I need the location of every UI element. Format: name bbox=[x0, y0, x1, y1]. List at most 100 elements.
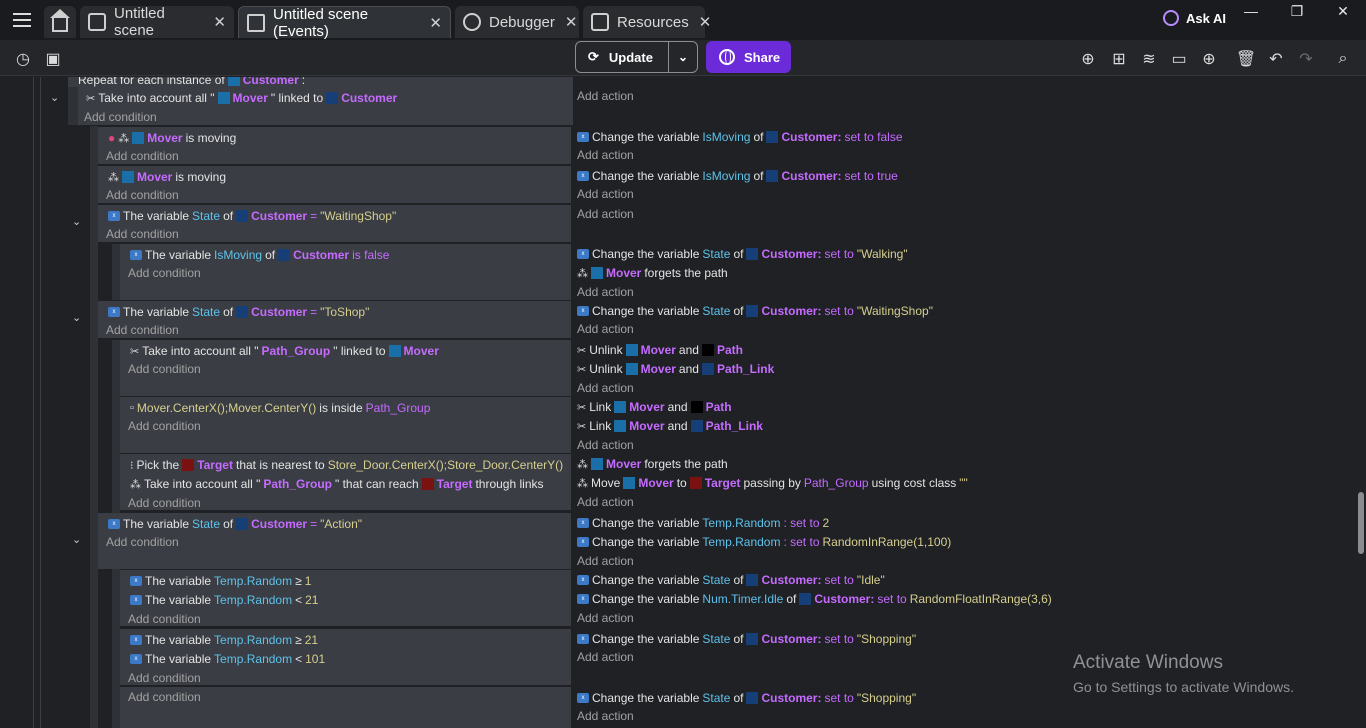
condition-random-gte-1[interactable]: x The variable Temp.Random ≥ 1 bbox=[130, 574, 311, 588]
add-condition-button[interactable]: Add condition bbox=[106, 227, 179, 241]
update-button[interactable]: ⟳ Update ⌄ bbox=[575, 41, 698, 73]
restore-button[interactable]: ❐ bbox=[1274, 0, 1320, 22]
chevron-down-icon[interactable]: ⌄ bbox=[72, 215, 81, 228]
action-forget-path-2[interactable]: ⁂ Mover forgets the path bbox=[577, 457, 728, 471]
action-unlink-path-link[interactable]: ✂ Unlink Mover and Path_Link bbox=[577, 362, 774, 376]
add-condition-button[interactable]: Add condition bbox=[128, 419, 201, 433]
condition-pick-nearest[interactable]: ⁝ Pick the Target that is nearest to Store… bbox=[130, 458, 563, 472]
add-subevent-icon[interactable]: ⊞ bbox=[1108, 48, 1130, 70]
link-icon: ✂ bbox=[86, 92, 96, 105]
search-icon[interactable]: ⌕ bbox=[1332, 48, 1354, 70]
add-action-button[interactable]: Add action bbox=[577, 187, 634, 201]
add-action-button[interactable]: Add action bbox=[577, 650, 634, 664]
add-condition-button[interactable]: Add condition bbox=[106, 188, 179, 202]
condition-random-lt-21[interactable]: x The variable Temp.Random < 21 bbox=[130, 593, 318, 607]
action-state-shopping-2[interactable]: x Change the variable State of Customer: se… bbox=[577, 691, 916, 705]
tab-resources[interactable]: Resources ✕ bbox=[583, 6, 711, 38]
action-link-path[interactable]: ✂ Link Mover and Path bbox=[577, 400, 732, 414]
condition-can-reach[interactable]: ⁂ Take into account all " Path_Group " tha… bbox=[130, 477, 544, 491]
action-state-shopping[interactable]: x Change the variable State of Customer: se… bbox=[577, 632, 916, 646]
add-action-button[interactable]: Add action bbox=[577, 611, 634, 625]
close-icon[interactable]: ✕ bbox=[699, 13, 712, 31]
add-condition-button[interactable]: Add condition bbox=[128, 266, 201, 280]
condition-ismoving-false[interactable]: x The variable IsMoving of Customer is fals… bbox=[130, 248, 389, 262]
delete-icon[interactable]: 🗑 bbox=[1235, 48, 1257, 70]
add-action-button[interactable]: Add action bbox=[577, 438, 634, 452]
add-event-icon[interactable]: ⊕ bbox=[1077, 48, 1099, 70]
action-set-ismoving-false[interactable]: x Change the variable IsMoving of Customer… bbox=[577, 130, 903, 144]
add-action-button[interactable]: Add action bbox=[577, 322, 634, 336]
add-action-button[interactable]: Add action bbox=[577, 207, 634, 221]
add-condition-button[interactable]: Add condition bbox=[128, 690, 201, 704]
action-random-range[interactable]: x Change the variable Temp.Random: set to… bbox=[577, 535, 951, 549]
bug-icon bbox=[463, 13, 481, 31]
add-condition-button[interactable]: Add condition bbox=[128, 496, 201, 510]
add-condition-button[interactable]: Add condition bbox=[84, 110, 157, 124]
condition-state-waitingshop[interactable]: x The variable State of Customer = "Waiting… bbox=[108, 209, 396, 223]
condition-path-group-linked[interactable]: ✂ Take into account all " Path_Group " lin… bbox=[130, 344, 439, 358]
add-action-button[interactable]: Add action bbox=[577, 89, 634, 103]
condition-random-lt-101[interactable]: x The variable Temp.Random < 101 bbox=[130, 652, 325, 666]
close-icon[interactable]: ✕ bbox=[213, 13, 226, 31]
tab-debugger[interactable]: Debugger ✕ bbox=[455, 6, 579, 38]
add-condition-button[interactable]: Add condition bbox=[128, 362, 201, 376]
add-icon[interactable]: ⊕ bbox=[1198, 48, 1220, 70]
chevron-down-icon[interactable]: ⌄ bbox=[72, 533, 81, 546]
vertical-scrollbar[interactable] bbox=[1358, 492, 1364, 554]
tab-label: Untitled scene bbox=[114, 5, 165, 39]
action-link-path-link[interactable]: ✂ Link Mover and Path_Link bbox=[577, 419, 763, 433]
close-window-button[interactable]: ✕ bbox=[1320, 0, 1366, 22]
add-action-button[interactable]: Add action bbox=[577, 285, 634, 299]
activate-windows-watermark: Activate Windows Go to Settings to activ… bbox=[1073, 652, 1294, 695]
tab-scene[interactable]: Untitled scene ✕ bbox=[80, 5, 234, 39]
condition-linked[interactable]: ✂ Take into account all " Mover " linked… bbox=[86, 91, 397, 105]
add-condition-button[interactable]: Add condition bbox=[106, 323, 179, 337]
action-unlink-path[interactable]: ✂ Unlink Mover and Path bbox=[577, 343, 743, 357]
redo-icon[interactable]: ↷ bbox=[1295, 48, 1317, 70]
action-set-ismoving-true[interactable]: x Change the variable IsMoving of Customer… bbox=[577, 169, 898, 183]
add-other-icon[interactable]: ≋ bbox=[1138, 48, 1160, 70]
condition-inside-path-group[interactable]: ▫ Mover.CenterX();Mover.CenterY() is insi… bbox=[130, 401, 430, 415]
action-state-waitingshop[interactable]: x Change the variable State of Customer: se… bbox=[577, 304, 933, 318]
add-comment-icon[interactable]: ▭ bbox=[1168, 48, 1190, 70]
condition-state-action[interactable]: x The variable State of Customer = "Action" bbox=[108, 517, 362, 531]
close-icon[interactable]: ✕ bbox=[565, 13, 578, 31]
close-icon[interactable]: ✕ bbox=[429, 14, 442, 32]
action-timer-idle[interactable]: x Change the variable Num.Timer.Idle of Cu… bbox=[577, 592, 1052, 606]
tab-events[interactable]: Untitled scene (Events) ✕ bbox=[238, 5, 451, 40]
action-forget-path[interactable]: ⁂ Mover forgets the path bbox=[577, 266, 728, 280]
condition-moving[interactable]: ⁂ Mover is moving bbox=[108, 170, 226, 184]
add-condition-button[interactable]: Add condition bbox=[106, 149, 179, 163]
tab-label: Untitled scene (Events) bbox=[273, 5, 369, 40]
ask-ai-button[interactable]: Ask AI bbox=[1163, 10, 1226, 26]
menu-icon[interactable] bbox=[8, 8, 36, 32]
repeat-header[interactable]: Repeat for each instance of Customer : bbox=[78, 77, 305, 87]
action-state-walking[interactable]: x Change the variable State of Customer: se… bbox=[577, 247, 908, 261]
action-move-to-target[interactable]: ⁂ Move Mover to Target passing by Path_Grou… bbox=[577, 476, 968, 490]
chevron-down-icon[interactable]: ⌄ bbox=[72, 311, 81, 324]
share-button[interactable]: Share bbox=[706, 41, 791, 73]
condition-state-toshop[interactable]: x The variable State of Customer = "ToShop" bbox=[108, 305, 369, 319]
condition-random-gte-21[interactable]: x The variable Temp.Random ≥ 21 bbox=[130, 633, 318, 647]
add-condition-button[interactable]: Add condition bbox=[106, 535, 179, 549]
action-state-idle[interactable]: x Change the variable State of Customer: se… bbox=[577, 573, 885, 587]
home-icon bbox=[50, 9, 70, 32]
events-sheet: Repeat for each instance of Customer : ⌄… bbox=[0, 77, 1366, 728]
chevron-down-icon[interactable]: ⌄ bbox=[669, 50, 697, 64]
save-icon[interactable]: ▣ bbox=[42, 48, 64, 70]
add-condition-button[interactable]: Add condition bbox=[128, 671, 201, 685]
history-icon[interactable]: ◷ bbox=[12, 48, 34, 70]
home-tab[interactable] bbox=[44, 6, 76, 38]
add-action-button[interactable]: Add action bbox=[577, 381, 634, 395]
add-action-button[interactable]: Add action bbox=[577, 554, 634, 568]
add-action-button[interactable]: Add action bbox=[577, 709, 634, 723]
condition-not-moving[interactable]: ● ⁂ Mover is moving bbox=[108, 131, 236, 145]
object-icon bbox=[227, 77, 240, 86]
minimize-button[interactable]: — bbox=[1228, 0, 1274, 22]
action-random-2[interactable]: x Change the variable Temp.Random: set to… bbox=[577, 516, 829, 530]
chevron-down-icon[interactable]: ⌄ bbox=[50, 91, 59, 104]
add-action-button[interactable]: Add action bbox=[577, 495, 634, 509]
add-condition-button[interactable]: Add condition bbox=[128, 612, 201, 626]
undo-icon[interactable]: ↶ bbox=[1265, 48, 1287, 70]
add-action-button[interactable]: Add action bbox=[577, 148, 634, 162]
